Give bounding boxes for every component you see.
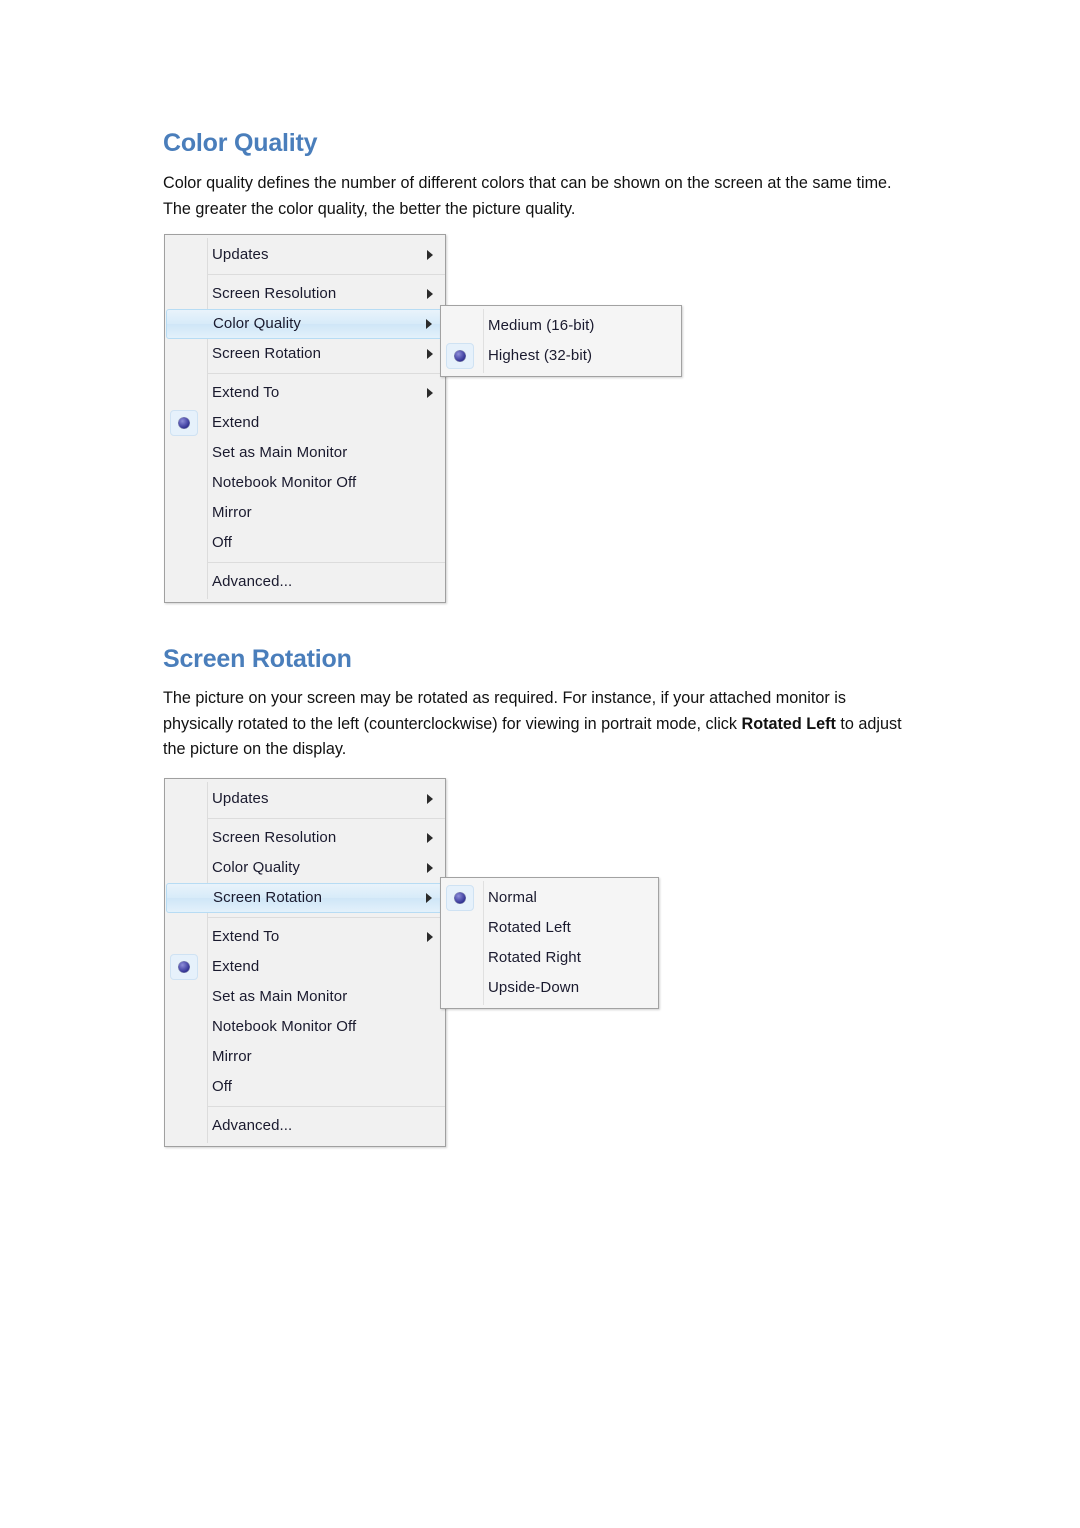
menu-item-advanced[interactable]: Advanced... — [165, 1111, 445, 1141]
paragraph-text-bold: Rotated Left — [741, 714, 836, 733]
submenu-item-medium-16-bit[interactable]: Medium (16-bit) — [441, 311, 681, 341]
context-menu-figure2[interactable]: Updates Screen Resolution Color Quality … — [164, 778, 446, 1147]
submenu-color-quality[interactable]: Medium (16-bit) Highest (32-bit) — [440, 305, 682, 377]
menu-separator — [208, 373, 445, 374]
menu-item-screen-resolution[interactable]: Screen Resolution — [165, 823, 445, 853]
section-color-quality: Color Quality — [163, 129, 318, 158]
menu-item-label: Extend To — [212, 384, 280, 401]
radio-selected-icon — [170, 954, 198, 980]
chevron-right-icon — [427, 388, 433, 398]
menu-item-off[interactable]: Off — [165, 528, 445, 558]
submenu-item-label: Medium (16-bit) — [488, 317, 595, 334]
submenu-item-label: Normal — [488, 889, 537, 906]
submenu-item-label: Highest (32-bit) — [488, 347, 593, 364]
menu-item-color-quality[interactable]: Color Quality — [165, 853, 445, 883]
menu-item-screen-resolution[interactable]: Screen Resolution — [165, 279, 445, 309]
chevron-right-icon — [427, 289, 433, 299]
chevron-right-icon — [427, 833, 433, 843]
menu-item-label: Updates — [212, 790, 269, 807]
menu-item-label: Extend — [212, 414, 260, 431]
menu-item-label: Color Quality — [213, 315, 301, 332]
menu-separator — [208, 1106, 445, 1107]
menu-item-color-quality[interactable]: Color Quality — [166, 309, 444, 339]
submenu-item-rotated-right[interactable]: Rotated Right — [441, 943, 658, 973]
menu-item-label: Mirror — [212, 504, 252, 521]
chevron-right-icon — [427, 349, 433, 359]
context-menu-figure1[interactable]: Updates Screen Resolution Color Quality … — [164, 234, 446, 603]
menu-item-label: Screen Resolution — [212, 285, 337, 302]
chevron-right-icon — [426, 319, 432, 329]
menu-item-screen-rotation[interactable]: Screen Rotation — [166, 883, 444, 913]
submenu-item-label: Rotated Right — [488, 949, 582, 966]
submenu-item-label: Rotated Left — [488, 919, 571, 936]
paragraph-color-quality: Color quality defines the number of diff… — [163, 174, 892, 218]
menu-separator — [208, 917, 445, 918]
page-title-screen-rotation: Screen Rotation — [163, 645, 352, 673]
radio-selected-icon — [446, 885, 474, 911]
menu-item-label: Off — [212, 1078, 233, 1095]
menu-item-label: Set as Main Monitor — [212, 444, 348, 461]
menu-item-mirror[interactable]: Mirror — [165, 498, 445, 528]
menu-item-screen-rotation[interactable]: Screen Rotation — [165, 339, 445, 369]
menu-item-label: Advanced... — [212, 573, 293, 590]
submenu-item-normal[interactable]: Normal — [441, 883, 658, 913]
menu-item-updates[interactable]: Updates — [165, 240, 445, 270]
submenu-item-rotated-left[interactable]: Rotated Left — [441, 913, 658, 943]
menu-item-label: Off — [212, 534, 233, 551]
menu-item-notebook-monitor-off[interactable]: Notebook Monitor Off — [165, 1012, 445, 1042]
paragraph-screen-rotation: The picture on your screen may be rotate… — [163, 686, 915, 763]
menu-item-label: Extend To — [212, 928, 280, 945]
chevron-right-icon — [426, 893, 432, 903]
section-screen-rotation: Screen Rotation — [163, 645, 352, 674]
menu-item-off[interactable]: Off — [165, 1072, 445, 1102]
submenu-item-highest-32-bit[interactable]: Highest (32-bit) — [441, 341, 681, 371]
menu-item-mirror[interactable]: Mirror — [165, 1042, 445, 1072]
page-title-color-quality: Color Quality — [163, 129, 318, 157]
submenu-screen-rotation[interactable]: Normal Rotated Left Rotated Right Upside… — [440, 877, 659, 1009]
menu-item-label: Advanced... — [212, 1117, 293, 1134]
menu-separator — [208, 562, 445, 563]
menu-item-extend[interactable]: Extend — [165, 952, 445, 982]
submenu-item-upside-down[interactable]: Upside-Down — [441, 973, 658, 1003]
menu-item-extend[interactable]: Extend — [165, 408, 445, 438]
radio-selected-icon — [170, 410, 198, 436]
menu-item-advanced[interactable]: Advanced... — [165, 567, 445, 597]
paragraph-screen-rotation-wrap: The picture on your screen may be rotate… — [163, 686, 915, 763]
menu-item-set-as-main-monitor[interactable]: Set as Main Monitor — [165, 982, 445, 1012]
menu-item-label: Notebook Monitor Off — [212, 1018, 357, 1035]
chevron-right-icon — [427, 250, 433, 260]
menu-item-notebook-monitor-off[interactable]: Notebook Monitor Off — [165, 468, 445, 498]
menu-separator — [208, 818, 445, 819]
menu-item-set-as-main-monitor[interactable]: Set as Main Monitor — [165, 438, 445, 468]
menu-item-label: Screen Resolution — [212, 829, 337, 846]
document-page: Color Quality Color quality defines the … — [0, 0, 1080, 1528]
chevron-right-icon — [427, 794, 433, 804]
menu-item-label: Notebook Monitor Off — [212, 474, 357, 491]
menu-item-label: Updates — [212, 246, 269, 263]
menu-separator — [208, 274, 445, 275]
menu-item-label: Screen Rotation — [213, 889, 323, 906]
menu-item-label: Screen Rotation — [212, 345, 322, 362]
menu-item-label: Extend — [212, 958, 260, 975]
chevron-right-icon — [427, 863, 433, 873]
menu-item-label: Color Quality — [212, 859, 300, 876]
menu-item-updates[interactable]: Updates — [165, 784, 445, 814]
chevron-right-icon — [427, 932, 433, 942]
menu-item-extend-to[interactable]: Extend To — [165, 922, 445, 952]
submenu-item-label: Upside-Down — [488, 979, 580, 996]
radio-selected-icon — [446, 343, 474, 369]
menu-item-extend-to[interactable]: Extend To — [165, 378, 445, 408]
menu-item-label: Mirror — [212, 1048, 252, 1065]
paragraph-color-quality-wrap: Color quality defines the number of diff… — [163, 171, 915, 222]
menu-item-label: Set as Main Monitor — [212, 988, 348, 1005]
